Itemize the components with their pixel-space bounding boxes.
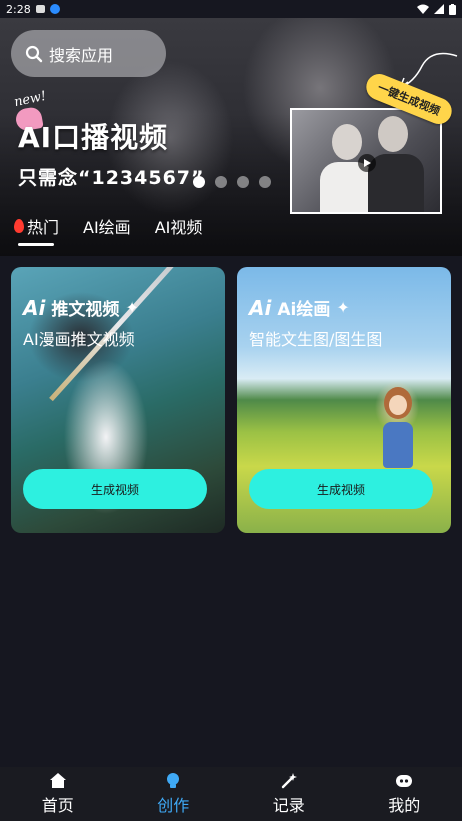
signal-icon	[434, 4, 444, 14]
status-right	[417, 3, 456, 15]
sparkle-icon: ✦	[336, 298, 350, 317]
preview-face	[378, 116, 408, 152]
battery-icon	[449, 3, 456, 15]
carousel-dot[interactable]	[193, 176, 205, 188]
tab-label: AI绘画	[83, 218, 131, 237]
search-icon	[25, 45, 43, 62]
feature-card-story-video[interactable]: Ai 推文视频 ✦ AI漫画推文视频 生成视频	[11, 267, 225, 533]
search-bar[interactable]: 搜索应用	[11, 30, 166, 77]
nav-home[interactable]: 首页	[0, 767, 116, 821]
preview-figure	[368, 154, 424, 212]
banner-title: AI口播视频	[18, 121, 169, 154]
search-placeholder: 搜索应用	[49, 45, 114, 65]
card-subtitle: 智能文生图/图生图	[249, 330, 383, 349]
wifi-icon	[417, 4, 429, 14]
video-preview-thumbnail[interactable]	[290, 108, 442, 214]
status-left: 2:28	[6, 3, 60, 16]
nav-label: 创作	[157, 795, 190, 815]
home-icon	[49, 773, 66, 789]
bottom-navigation: 首页 创作 记录 我的	[0, 767, 462, 821]
card-title-row: Ai Ai绘画 ✦	[249, 295, 350, 321]
card-title-row: Ai 推文视频 ✦	[23, 295, 139, 321]
tab-ai-drawing[interactable]: AI绘画	[83, 214, 131, 246]
tab-hot[interactable]: 热门	[14, 214, 59, 246]
ai-logo-icon: Ai	[23, 295, 46, 320]
carousel-dot[interactable]	[215, 176, 227, 188]
nav-label: 我的	[388, 795, 421, 815]
carousel-indicator	[193, 176, 271, 188]
tab-label: AI视频	[154, 218, 203, 237]
card-illustration	[383, 422, 413, 468]
sparkle-icon: ✦	[125, 298, 139, 317]
ai-logo-icon: Ai	[249, 295, 272, 320]
nav-label: 记录	[272, 795, 305, 815]
status-bar: 2:28	[0, 0, 462, 18]
nav-records[interactable]: 记录	[231, 767, 347, 821]
play-icon[interactable]	[358, 154, 376, 172]
tab-label: 热门	[27, 218, 60, 237]
nav-profile[interactable]: 我的	[347, 767, 462, 821]
app-screen: 2:28 搜索应用 new! AI口播视频 只需念“1234567” 一键生成视…	[0, 0, 462, 821]
status-time: 2:28	[6, 2, 31, 16]
profile-icon	[396, 773, 413, 789]
bulb-icon	[166, 772, 180, 789]
flame-icon	[14, 219, 24, 233]
card-subtitle: AI漫画推文视频	[23, 330, 135, 349]
category-tabs: 热门 AI绘画 AI视频	[14, 214, 202, 246]
magic-wand-icon	[281, 772, 297, 789]
notification-cat-icon	[35, 5, 45, 13]
nav-label: 首页	[41, 795, 74, 815]
card-title: Ai绘画	[277, 300, 331, 320]
preview-face	[332, 124, 362, 160]
carousel-dot[interactable]	[237, 176, 249, 188]
carousel-dot[interactable]	[259, 176, 271, 188]
banner-subtitle: 只需念“1234567”	[18, 167, 205, 189]
feature-card-ai-drawing[interactable]: Ai Ai绘画 ✦ 智能文生图/图生图 生成视频	[237, 267, 451, 533]
notification-app-icon	[49, 4, 60, 14]
card-title: 推文视频	[51, 300, 120, 320]
generate-video-button[interactable]: 生成视频	[23, 469, 207, 509]
generate-video-button[interactable]: 生成视频	[249, 469, 433, 509]
card-illustration	[389, 395, 407, 415]
tab-ai-video[interactable]: AI视频	[155, 214, 203, 246]
nav-create[interactable]: 创作	[116, 767, 232, 821]
